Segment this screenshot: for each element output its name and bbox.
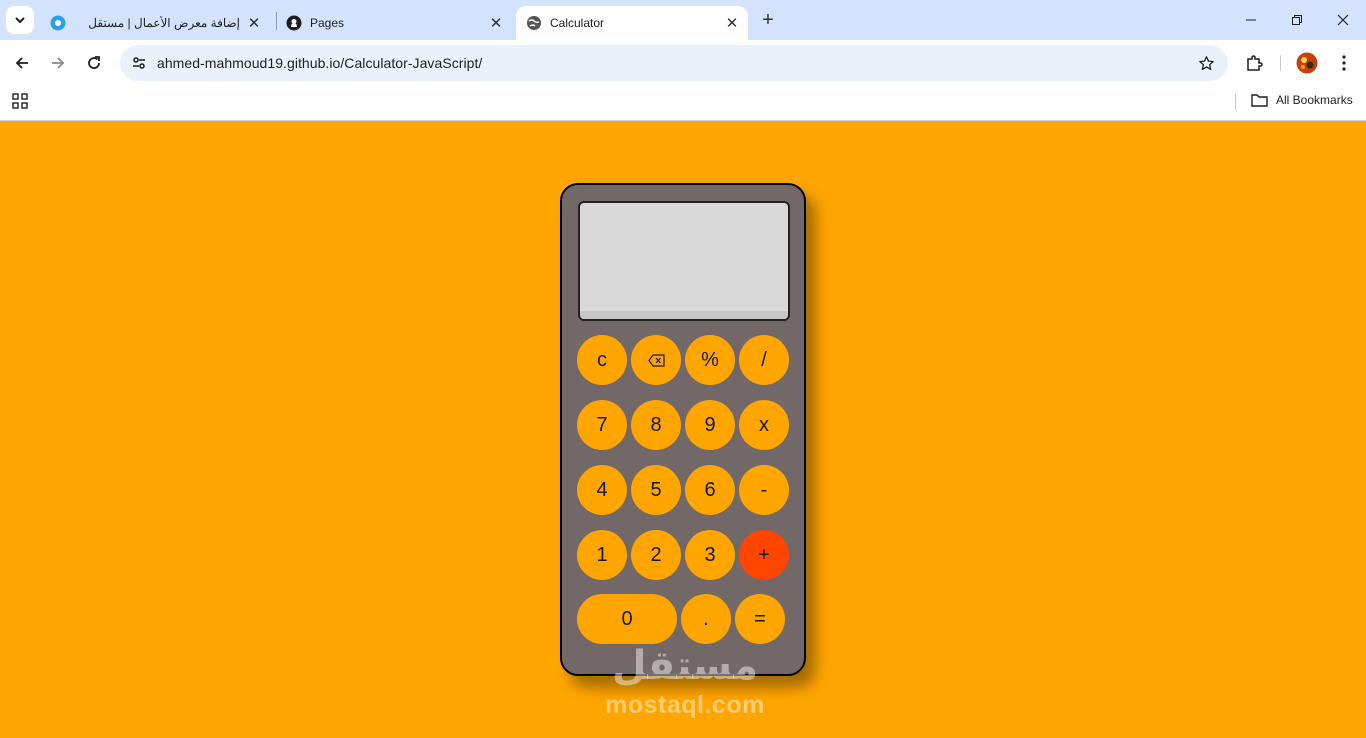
forward-button[interactable] [45, 50, 71, 76]
plus-icon: + [762, 8, 774, 31]
close-window-button[interactable] [1331, 8, 1355, 32]
close-tab-icon[interactable]: ✕ [486, 13, 506, 33]
digit-5-button[interactable]: 5 [631, 465, 681, 515]
bookmarks-bar: All Bookmarks [0, 86, 1366, 121]
watermark-latin: mostaql.com [605, 691, 765, 719]
profile-button[interactable] [1294, 50, 1320, 76]
close-tab-icon[interactable]: ✕ [722, 13, 742, 33]
divide-button[interactable]: / [739, 335, 789, 385]
decimal-button[interactable]: . [681, 594, 731, 644]
back-arrow-icon [15, 57, 28, 69]
reload-button[interactable] [81, 50, 107, 76]
restore-button[interactable] [1285, 8, 1309, 32]
github-icon [286, 15, 302, 31]
calculator-screen [578, 201, 790, 321]
equals-button[interactable]: = [735, 594, 785, 644]
digit-4-button[interactable]: 4 [577, 465, 627, 515]
toolbar-separator [1280, 55, 1281, 71]
close-tab-icon[interactable]: ✕ [244, 13, 264, 33]
tab-mostaql[interactable]: إضافة معرض الأعمال | مستقل ✕ [40, 6, 270, 40]
backspace-icon [647, 353, 665, 367]
digit-2-button[interactable]: 2 [631, 530, 681, 580]
backspace-button[interactable] [631, 335, 681, 385]
tune-icon [133, 57, 145, 69]
clear-button[interactable]: c [577, 335, 627, 385]
digit-0-button[interactable]: 0 [577, 594, 677, 644]
tab-strip: إضافة معرض الأعمال | مستقل ✕ Pages ✕ Cal… [0, 0, 1366, 40]
forward-arrow-icon [52, 57, 65, 69]
apps-grid-icon[interactable] [12, 93, 28, 109]
digit-1-button[interactable]: 1 [577, 530, 627, 580]
tab-title: إضافة معرض الأعمال | مستقل [88, 16, 240, 30]
tab-title: Calculator [550, 16, 605, 30]
add-button[interactable]: + [739, 530, 789, 580]
mostaql-favicon [50, 15, 66, 31]
digit-8-button[interactable]: 8 [631, 400, 681, 450]
multiply-button[interactable]: x [739, 400, 789, 450]
all-bookmarks-button[interactable]: All Bookmarks [1251, 92, 1353, 108]
bookmark-star-button[interactable] [1196, 53, 1216, 73]
avatar [1296, 52, 1318, 74]
reload-icon [88, 56, 100, 69]
new-tab-button[interactable]: + [757, 9, 779, 31]
digit-3-button[interactable]: 3 [685, 530, 735, 580]
tab-search-button[interactable] [6, 6, 34, 34]
star-icon [1198, 55, 1214, 70]
chrome-menu-button[interactable] [1331, 50, 1357, 76]
restore-icon [1292, 15, 1302, 25]
site-info-button[interactable] [128, 52, 150, 74]
all-bookmarks-label: All Bookmarks [1276, 93, 1353, 107]
calculator-page: c % / 7 8 9 x 4 5 6 - 1 2 3 + 0 . = مستق… [0, 121, 1366, 738]
screen-bezel [580, 311, 788, 319]
kebab-menu-icon [1342, 55, 1346, 71]
digit-9-button[interactable]: 9 [685, 400, 735, 450]
minimize-button[interactable] [1239, 8, 1263, 32]
subtract-button[interactable]: - [739, 465, 789, 515]
tab-calculator[interactable]: Calculator ✕ [516, 6, 748, 40]
puzzle-icon [1247, 55, 1263, 71]
folder-icon [1251, 92, 1269, 108]
back-button[interactable] [9, 50, 35, 76]
tab-pages[interactable]: Pages ✕ [276, 6, 512, 40]
minimize-icon [1246, 19, 1256, 21]
calculator: c % / 7 8 9 x 4 5 6 - 1 2 3 + 0 . = [560, 183, 806, 676]
bookmarks-separator [1235, 94, 1236, 110]
url-text[interactable]: ahmed-mahmoud19.github.io/Calculator-Jav… [157, 55, 482, 71]
percent-button[interactable]: % [685, 335, 735, 385]
extensions-button[interactable] [1241, 50, 1267, 76]
address-bar[interactable]: ahmed-mahmoud19.github.io/Calculator-Jav… [120, 45, 1228, 81]
digit-6-button[interactable]: 6 [685, 465, 735, 515]
tab-title: Pages [310, 16, 345, 30]
globe-icon [526, 15, 542, 31]
chevron-down-icon [15, 17, 25, 24]
close-icon [1337, 14, 1349, 26]
browser-toolbar: ahmed-mahmoud19.github.io/Calculator-Jav… [0, 40, 1366, 86]
digit-7-button[interactable]: 7 [577, 400, 627, 450]
